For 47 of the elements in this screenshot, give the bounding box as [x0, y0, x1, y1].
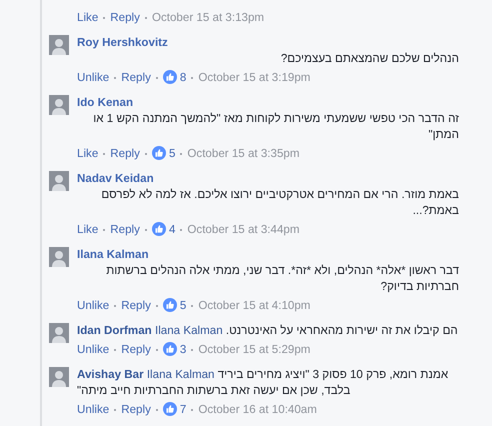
- comment-text: הנהלים שלכם שהמצאתם בעצמיכם?: [280, 51, 459, 67]
- reply-link[interactable]: Reply: [121, 343, 151, 356]
- like-icon: [162, 342, 177, 356]
- reply-link[interactable]: Reply: [121, 299, 151, 312]
- author-name[interactable]: Ido Kenan: [77, 96, 134, 109]
- like-icon: [162, 70, 177, 84]
- like-count[interactable]: 5: [180, 299, 186, 312]
- comment-time[interactable]: October 15 at 3:13pm: [152, 11, 264, 24]
- like-link[interactable]: Unlike: [77, 71, 110, 84]
- avatar[interactable]: [49, 367, 69, 387]
- like-count[interactable]: 3: [180, 343, 186, 356]
- like-icon: [152, 222, 166, 236]
- avatar[interactable]: [49, 95, 69, 115]
- like-link[interactable]: Unlike: [77, 343, 110, 356]
- like-link[interactable]: Like: [77, 147, 98, 160]
- comment-text: דבר ראשון *אלה* הנהלים, ולא *זה*. דבר שני, ממתי אלה הנהלים ברשתות חברתיות בדיוק?: [105, 263, 459, 295]
- like-count[interactable]: 4: [168, 223, 176, 236]
- reply-link[interactable]: Reply: [121, 71, 151, 84]
- like-count[interactable]: 5: [168, 147, 176, 160]
- comment-time[interactable]: October 15 at 4:10pm: [198, 299, 310, 312]
- avatar[interactable]: [49, 323, 69, 343]
- like-link[interactable]: Unlike: [77, 403, 110, 416]
- comment-text: זה הדבר הכי טפשי ששמעתי משירות לקוחות מאז "להמשך המתנה הקש 1 או המתן": [92, 111, 459, 143]
- like-icon: [152, 146, 166, 160]
- reply-link[interactable]: Reply: [110, 147, 140, 160]
- reply-link[interactable]: Reply: [110, 223, 140, 236]
- author-name[interactable]: Ilana Kalman: [77, 248, 149, 261]
- avatar[interactable]: [49, 247, 69, 267]
- like-icon: [162, 402, 177, 416]
- comment-time[interactable]: October 15 at 3:19pm: [198, 71, 310, 84]
- author-name[interactable]: Roy Hershkovitz: [77, 36, 168, 49]
- reply-link[interactable]: Reply: [121, 403, 151, 416]
- comment-time[interactable]: October 15 at 3:44pm: [187, 223, 300, 236]
- comment-text: באמת מוזר. הרי אם המחירים אטרקטיביים ירוצו אליכם. אז למה לא לפרסם באמת?...: [100, 187, 459, 219]
- comment-time[interactable]: October 15 at 5:29pm: [198, 343, 310, 356]
- like-link[interactable]: Unlike: [77, 299, 110, 312]
- like-icon: [162, 298, 177, 312]
- author-name[interactable]: Nadav Keidan: [77, 172, 154, 185]
- like-link[interactable]: Like: [77, 223, 98, 236]
- like-count[interactable]: 8: [180, 71, 186, 84]
- avatar[interactable]: [49, 35, 69, 55]
- avatar[interactable]: [49, 171, 69, 191]
- comment-time[interactable]: October 16 at 10:40am: [198, 403, 317, 416]
- comment-time[interactable]: October 15 at 3:35pm: [187, 147, 300, 160]
- like-count[interactable]: 7: [180, 403, 186, 416]
- reply-link[interactable]: Reply: [110, 11, 140, 24]
- like-link[interactable]: Like: [77, 11, 98, 24]
